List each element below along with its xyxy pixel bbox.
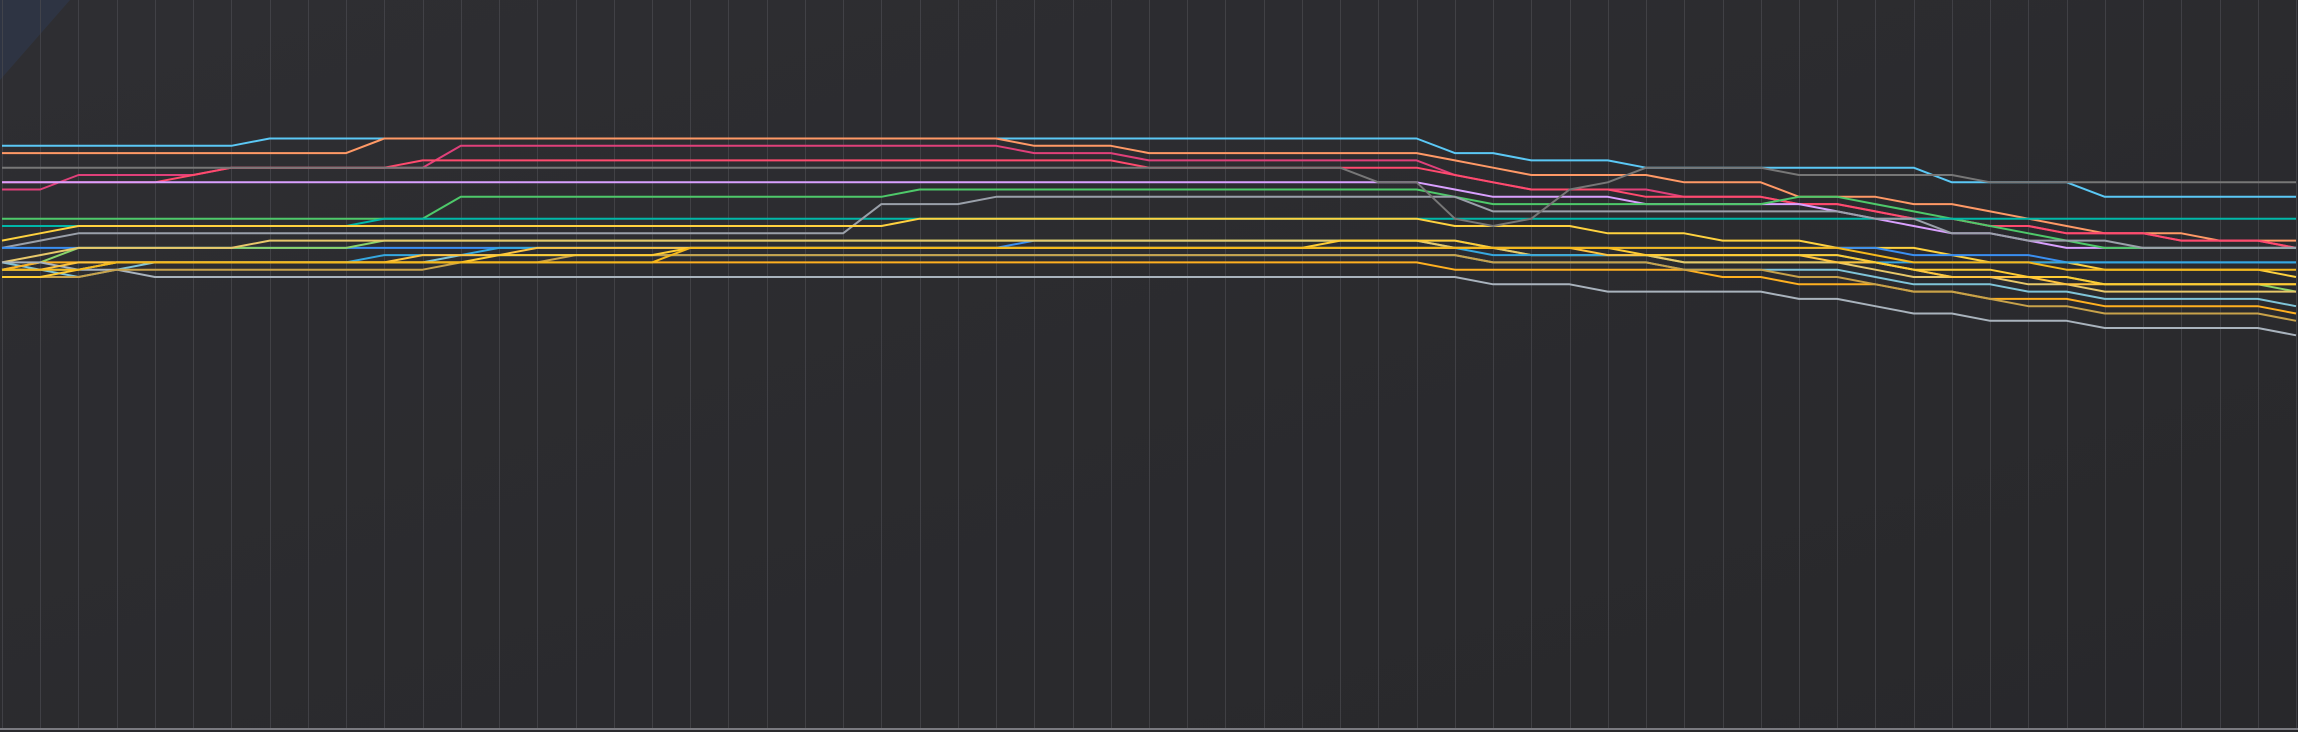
chart-svg — [0, 0, 2298, 732]
grid-lines — [2, 0, 2297, 729]
line-chart — [0, 0, 2298, 732]
